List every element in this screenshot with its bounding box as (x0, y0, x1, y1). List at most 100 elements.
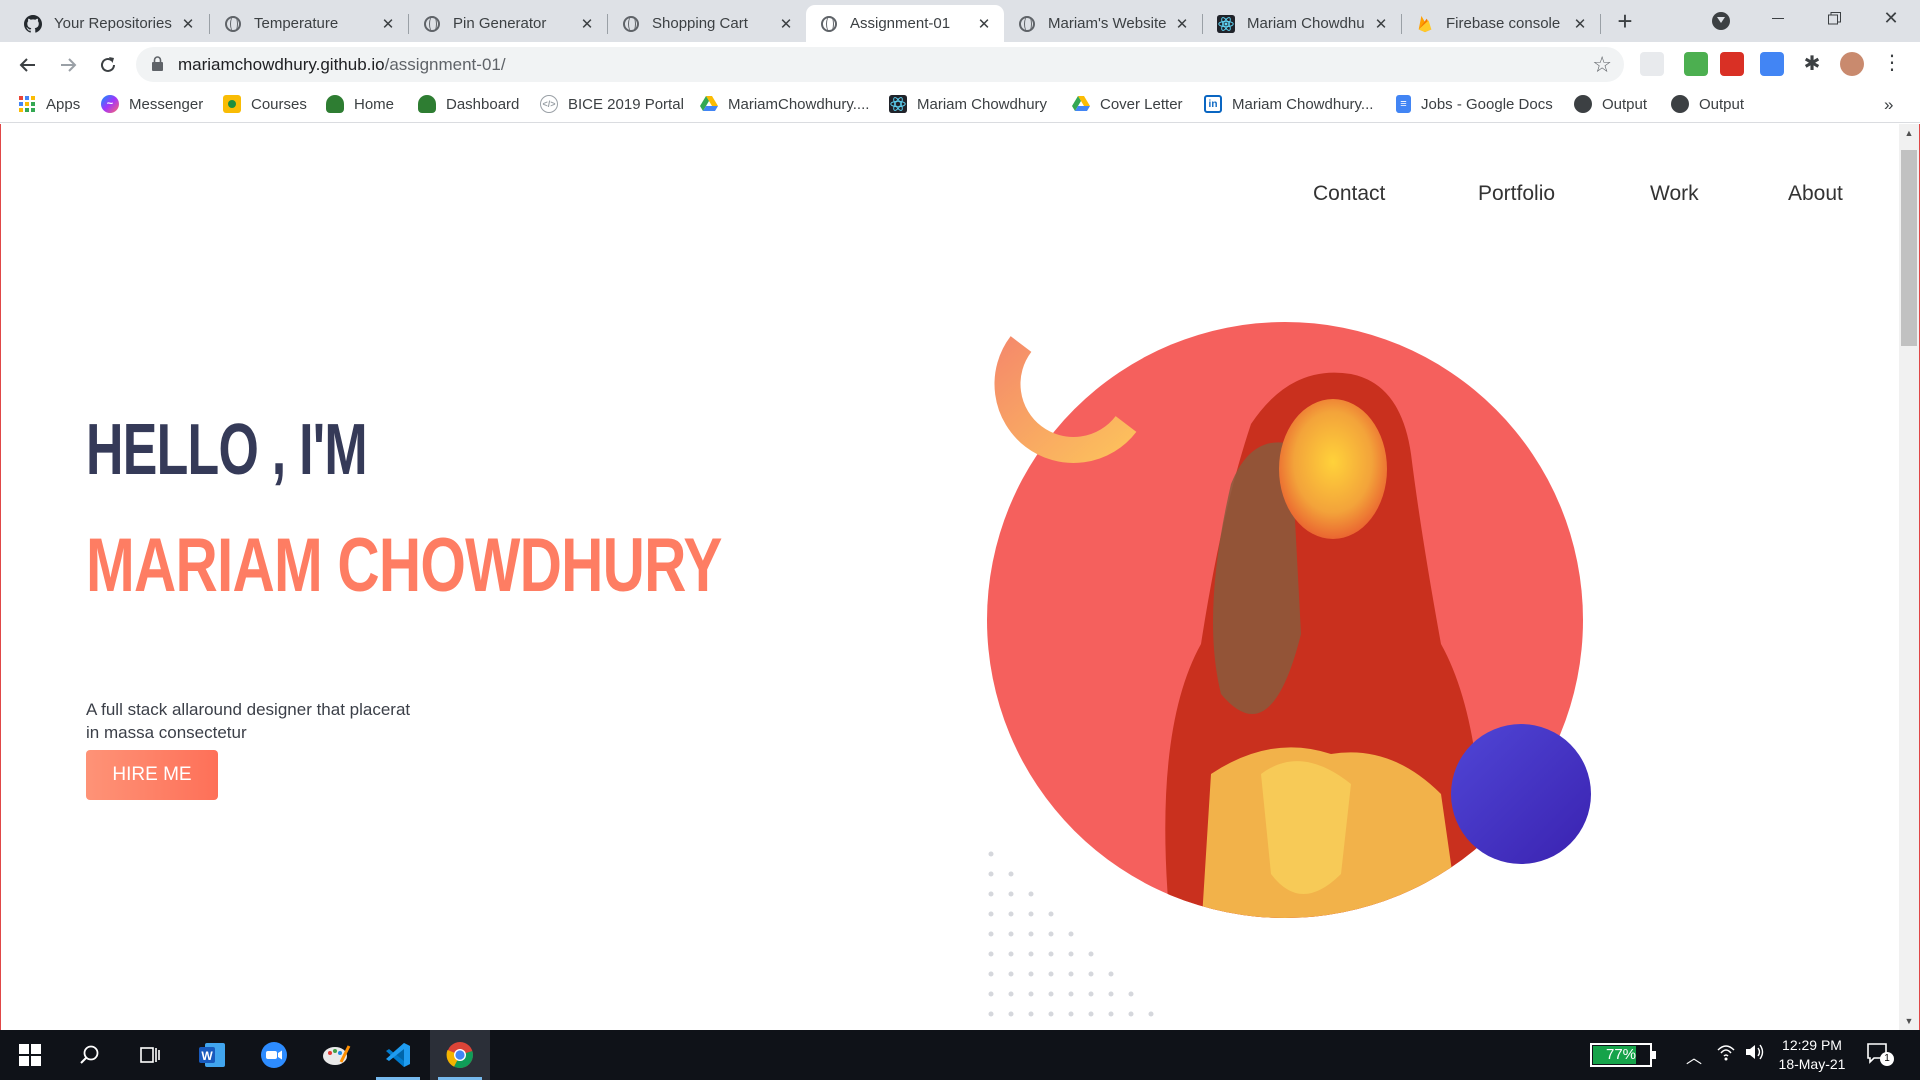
tab-search-button[interactable] (1712, 12, 1730, 30)
bookmark-bice-portal[interactable]: </> BICE 2019 Portal (540, 95, 684, 113)
extension-icon[interactable] (1720, 52, 1744, 76)
bookmark-cover-letter[interactable]: Cover Letter (1072, 95, 1183, 113)
tab-label: Pin Generator (453, 15, 547, 32)
tab-label: Mariam Chowdhu (1247, 15, 1365, 32)
nav-work[interactable]: Work (1650, 182, 1699, 206)
globe-icon (1018, 15, 1036, 33)
paint-icon (323, 1045, 351, 1065)
lock-icon (152, 56, 163, 71)
forward-button[interactable] (52, 49, 84, 81)
tab-close-icon[interactable]: ✕ (1172, 15, 1192, 33)
taskbar-word[interactable]: W (182, 1030, 242, 1080)
task-view-button[interactable] (120, 1030, 180, 1080)
reload-icon (101, 57, 115, 72)
new-tab-button[interactable]: + (1608, 4, 1642, 38)
bookmark-messenger[interactable]: ~ Messenger (101, 95, 203, 113)
tab-firebase-console[interactable]: Firebase console ✕ (1402, 5, 1600, 42)
bookmark-jobs-docs[interactable]: ≡ Jobs - Google Docs (1396, 95, 1553, 113)
scroll-up-arrow-icon[interactable]: ▲ (1899, 128, 1919, 138)
svg-text:W: W (201, 1049, 213, 1063)
tab-close-icon[interactable]: ✕ (776, 15, 796, 33)
clock-time: 12:29 PM (1782, 1037, 1842, 1053)
bookmark-output[interactable]: Output (1574, 95, 1647, 113)
bookmark-label: Home (354, 95, 395, 113)
url-host: mariamchowdhury.github.io (178, 55, 385, 74)
tab-mariam-chowdhury[interactable]: Mariam Chowdhu ✕ (1203, 5, 1401, 42)
scrollbar-thumb[interactable] (1901, 150, 1917, 346)
hero-description-line: A full stack allaround designer that pla… (86, 700, 411, 719)
notification-center-button[interactable]: 1 (1866, 1042, 1894, 1067)
school-logo-icon (418, 95, 436, 113)
scroll-down-arrow-icon[interactable]: ▼ (1899, 1016, 1919, 1026)
globe-icon (224, 15, 242, 33)
search-button[interactable] (60, 1030, 120, 1080)
bookmark-courses[interactable]: Courses (223, 95, 307, 113)
tab-shopping-cart[interactable]: Shopping Cart ✕ (608, 5, 806, 42)
clock[interactable]: 12:29 PM 18-May-21 (1772, 1036, 1852, 1074)
nav-portfolio[interactable]: Portfolio (1478, 182, 1555, 206)
tab-pin-generator[interactable]: Pin Generator ✕ (409, 5, 607, 42)
puzzle-extensions-icon[interactable]: ✱ (1800, 52, 1824, 76)
vertical-scrollbar[interactable]: ▲ ▼ (1899, 124, 1919, 1030)
start-button[interactable] (0, 1030, 60, 1080)
tab-close-icon[interactable]: ✕ (178, 15, 198, 33)
hire-me-button[interactable]: HIRE ME (86, 750, 218, 800)
tab-close-icon[interactable]: ✕ (974, 15, 994, 33)
tab-close-icon[interactable]: ✕ (378, 15, 398, 33)
google-translate-icon[interactable] (1760, 52, 1784, 76)
tab-temperature[interactable]: Temperature ✕ (210, 5, 408, 42)
bookmark-label: Cover Letter (1100, 95, 1183, 113)
close-icon: ✕ (1883, 7, 1899, 28)
taskbar-chrome[interactable] (430, 1030, 490, 1080)
bookmark-home[interactable]: Home (326, 95, 394, 113)
wifi-icon[interactable] (1716, 1042, 1736, 1065)
battery-indicator[interactable]: 77% (1590, 1043, 1656, 1067)
bookmark-apps[interactable]: Apps (18, 95, 80, 113)
google-drive-icon (1072, 95, 1090, 113)
back-button[interactable] (12, 49, 44, 81)
hero-illustration (987, 322, 1591, 1017)
tab-label: Your Repositories (54, 15, 172, 32)
restore-button[interactable] (1824, 4, 1844, 32)
hero-name: MARIAM CHOWDHURY (86, 523, 722, 608)
chevron-up-icon[interactable]: ︿ (1686, 1044, 1702, 1068)
more-bookmarks-button[interactable]: » (1884, 95, 1893, 115)
close-window-button[interactable]: ✕ (1880, 4, 1902, 32)
minimize-button[interactable] (1768, 4, 1788, 32)
more-menu-icon[interactable]: ⋮ (1880, 52, 1904, 76)
react-devtools-extension-icon[interactable] (1640, 52, 1664, 76)
classroom-icon (223, 95, 241, 113)
bookmark-mariam-react[interactable]: Mariam Chowdhury (889, 95, 1047, 113)
profile-avatar[interactable] (1840, 52, 1864, 76)
taskbar-paint[interactable] (306, 1030, 366, 1080)
vscode-icon (386, 1043, 410, 1067)
bookmark-linkedin[interactable]: in Mariam Chowdhury... (1204, 95, 1373, 113)
tab-assignment-01[interactable]: Assignment-01 ✕ (806, 5, 1004, 42)
taskbar-zoom[interactable] (244, 1030, 304, 1080)
nav-contact[interactable]: Contact (1313, 182, 1385, 206)
volume-icon[interactable] (1744, 1042, 1766, 1065)
extension-icon[interactable] (1684, 52, 1708, 76)
tab-close-icon[interactable]: ✕ (577, 15, 597, 33)
bookmark-output[interactable]: Output (1671, 95, 1744, 113)
chrome-icon (446, 1042, 473, 1069)
tab-your-repositories[interactable]: Your Repositories ✕ (10, 5, 208, 42)
bookmarks-bar: Apps ~ Messenger Courses Home Dashboard … (0, 87, 1920, 123)
nav-about[interactable]: About (1788, 182, 1843, 206)
bookmark-drive-folder[interactable]: MariamChowdhury.... (700, 95, 869, 113)
globe-icon (423, 15, 441, 33)
bookmark-star-icon[interactable]: ☆ (1592, 52, 1612, 78)
reload-button[interactable] (92, 49, 124, 81)
address-bar[interactable]: mariamchowdhury.github.io/assignment-01/… (136, 47, 1624, 82)
tab-close-icon[interactable]: ✕ (1371, 15, 1391, 33)
code-icon: </> (540, 95, 558, 113)
decorative-purple-circle (1451, 724, 1591, 864)
hero-greeting: HELLO , I'M (86, 410, 368, 490)
tab-label: Shopping Cart (652, 15, 748, 32)
bookmark-dashboard[interactable]: Dashboard (418, 95, 519, 113)
tab-close-icon[interactable]: ✕ (1570, 15, 1590, 33)
tab-mariams-website[interactable]: Mariam's Website ✕ (1004, 5, 1202, 42)
taskbar-vscode[interactable] (368, 1030, 428, 1080)
github-icon (24, 14, 42, 33)
globe-icon (622, 15, 640, 33)
